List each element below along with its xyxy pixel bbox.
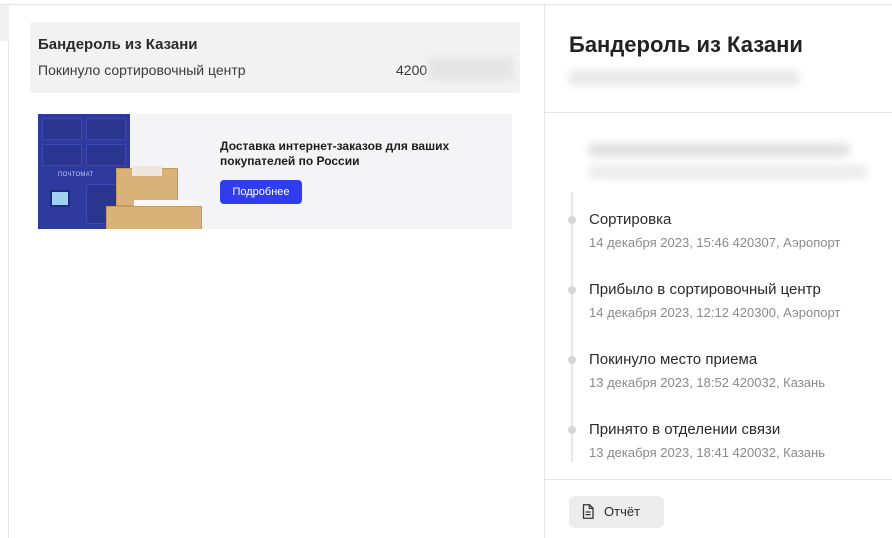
event-meta: 13 декабря 2023, 18:52 420032, Казань xyxy=(589,375,825,390)
parcel-tape xyxy=(132,166,162,176)
banner-headline: Доставка интернет-заказов для ваших поку… xyxy=(220,139,450,168)
locker-door xyxy=(86,118,126,140)
locker-door xyxy=(86,144,126,166)
event-meta: 13 декабря 2023, 18:41 420032, Казань xyxy=(589,445,825,460)
panel-footer-divider xyxy=(545,479,892,480)
locker-door xyxy=(42,118,82,140)
panel-divider xyxy=(545,112,892,113)
panel-title: Бандероль из Казани xyxy=(569,32,803,57)
top-divider xyxy=(0,4,892,5)
panel-subtitle-redacted xyxy=(569,70,799,86)
event-meta: 14 декабря 2023, 12:12 420300, Аэропорт xyxy=(589,305,841,320)
timeline-dot xyxy=(568,356,576,364)
tracking-number: 4200 xyxy=(396,62,428,78)
event-name: Сортировка xyxy=(589,211,672,228)
timeline-event: Принято в отделении связи 13 декабря 202… xyxy=(566,421,886,471)
report-button[interactable]: Отчёт xyxy=(569,496,664,528)
left-gutter-shade xyxy=(0,5,9,41)
timeline-dot xyxy=(568,216,576,224)
report-button-label: Отчёт xyxy=(604,504,641,519)
locker-door xyxy=(42,144,82,166)
promo-banner[interactable]: ПОЧТОМАТ Доставка интернет-заказов для в… xyxy=(38,114,512,229)
parcel-box-icon xyxy=(106,206,202,229)
left-gutter xyxy=(0,5,9,538)
shipment-status: Покинуло сортировочный центр xyxy=(38,62,246,78)
timeline-event: Прибыло в сортировочный центр 14 декабря… xyxy=(566,281,886,331)
timeline-event: Покинуло место приема 13 декабря 2023, 1… xyxy=(566,351,886,401)
shipment-title: Бандероль из Казани xyxy=(38,36,198,53)
event-name: Покинуло место приема xyxy=(589,351,758,368)
event-name: Принято в отделении связи xyxy=(589,421,781,438)
more-details-button[interactable]: Подробнее xyxy=(220,180,302,204)
latest-event-meta-redacted xyxy=(588,165,868,179)
event-name: Прибыло в сортировочный центр xyxy=(589,281,821,298)
latest-event-redacted xyxy=(588,143,850,157)
document-icon xyxy=(582,504,594,519)
locker-brand-text: ПОЧТОМАТ xyxy=(58,172,94,178)
column-divider xyxy=(544,5,545,538)
event-meta: 14 декабря 2023, 15:46 420307, Аэропорт xyxy=(589,235,841,250)
timeline-event: Сортировка 14 декабря 2023, 15:46 420307… xyxy=(566,211,886,261)
locker-screen xyxy=(50,190,70,207)
shipment-list-item[interactable]: Бандероль из Казани Покинуло сортировочн… xyxy=(30,22,520,93)
tracking-number-redacted xyxy=(428,57,514,81)
timeline-dot xyxy=(568,286,576,294)
timeline-dot xyxy=(568,426,576,434)
